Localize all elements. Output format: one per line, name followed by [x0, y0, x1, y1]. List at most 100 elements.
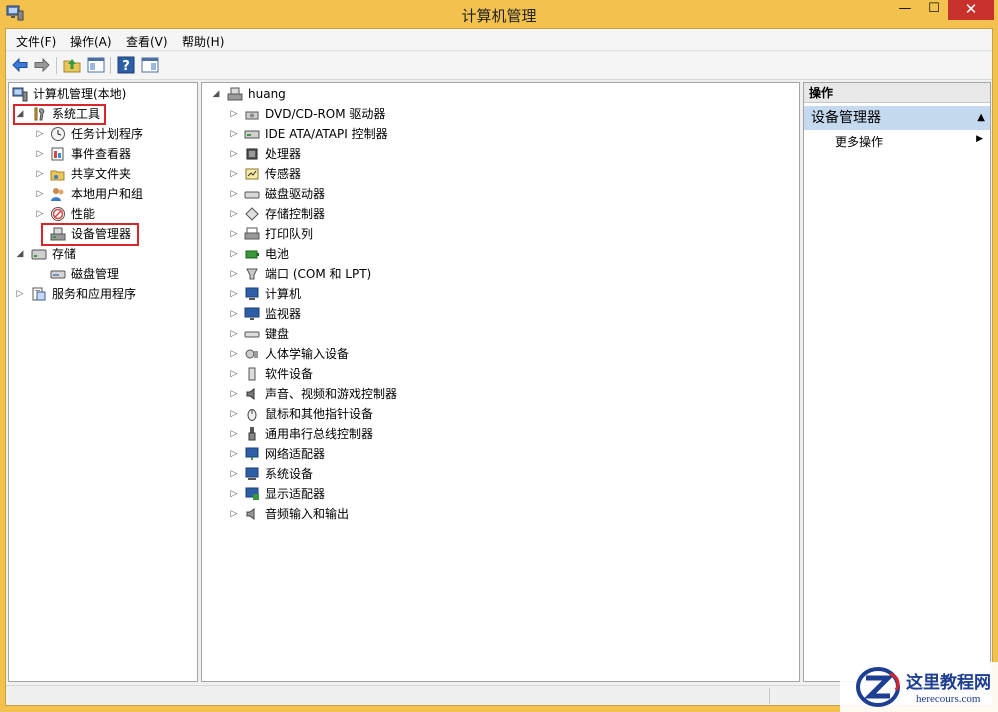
- tree-item-storage[interactable]: ◢ 存储: [9, 244, 197, 264]
- collapsed-arrow-icon[interactable]: ▷: [15, 284, 25, 304]
- menu-file[interactable]: 文件(F): [16, 33, 56, 50]
- collapsed-arrow-icon[interactable]: ▷: [229, 364, 239, 384]
- device-category-item[interactable]: ▷ 声音、视频和游戏控制器: [202, 384, 799, 404]
- collapsed-arrow-icon[interactable]: ▷: [229, 264, 239, 284]
- device-category-item[interactable]: ▷ 系统设备: [202, 464, 799, 484]
- device-category-item[interactable]: ▷ 键盘: [202, 324, 799, 344]
- forward-icon[interactable]: [32, 55, 52, 75]
- keyboard-icon: [244, 331, 260, 338]
- collapsed-arrow-icon[interactable]: ▷: [229, 444, 239, 464]
- sensor-icon: [245, 168, 259, 180]
- collapsed-arrow-icon[interactable]: ▷: [229, 324, 239, 344]
- collapsed-arrow-icon[interactable]: ▷: [229, 404, 239, 424]
- mouse-icon: [247, 409, 257, 421]
- tree-item-root[interactable]: 计算机管理(本地): [9, 84, 197, 104]
- menu-help[interactable]: 帮助(H): [182, 33, 224, 50]
- expanded-arrow-icon[interactable]: ◢: [211, 84, 221, 104]
- submenu-arrow-icon[interactable]: ▶: [976, 134, 983, 144]
- device-category-item[interactable]: ▷ 磁盘驱动器: [202, 184, 799, 204]
- device-category-item[interactable]: ▷ IDE ATA/ATAPI 控制器: [202, 124, 799, 144]
- collapsed-arrow-icon[interactable]: ▷: [229, 344, 239, 364]
- shared-folder-icon: [50, 170, 65, 181]
- device-category-item[interactable]: ▷ 打印队列: [202, 224, 799, 244]
- collapsed-arrow-icon[interactable]: ▷: [35, 124, 45, 144]
- actions-section-device-manager[interactable]: 设备管理器 ▲: [804, 106, 990, 130]
- collapsed-arrow-icon[interactable]: ▷: [229, 184, 239, 204]
- maximize-button[interactable]: ☐: [920, 0, 948, 20]
- tree-label: 计算机管理(本地): [33, 87, 127, 101]
- device-category-item[interactable]: ▷ 人体学输入设备: [202, 344, 799, 364]
- tree-item-event-viewer[interactable]: ▷ 事件查看器: [9, 144, 197, 164]
- more-actions-link[interactable]: 更多操作: [835, 133, 883, 150]
- help-icon[interactable]: ?: [116, 55, 136, 75]
- device-category-item[interactable]: ▷ 传感器: [202, 164, 799, 184]
- device-category-item[interactable]: ▷ 软件设备: [202, 364, 799, 384]
- collapsed-arrow-icon[interactable]: ▷: [229, 124, 239, 144]
- device-category-label: 通用串行总线控制器: [265, 427, 374, 441]
- collapsed-arrow-icon[interactable]: ▷: [35, 184, 45, 204]
- tree-item-services-apps[interactable]: ▷ 服务和应用程序: [9, 284, 197, 304]
- collapsed-arrow-icon[interactable]: ▷: [35, 204, 45, 224]
- collapsed-arrow-icon[interactable]: ▷: [229, 224, 239, 244]
- collapsed-arrow-icon[interactable]: ▷: [35, 164, 45, 184]
- tree-item-task-scheduler[interactable]: ▷ 任务计划程序: [9, 124, 197, 144]
- collapsed-arrow-icon[interactable]: ▷: [229, 284, 239, 304]
- up-folder-icon[interactable]: [62, 55, 82, 75]
- device-category-item[interactable]: ▷ 计算机: [202, 284, 799, 304]
- collapsed-arrow-icon[interactable]: ▷: [35, 144, 45, 164]
- device-category-label: 显示适配器: [265, 487, 326, 501]
- collapsed-arrow-icon[interactable]: ▷: [229, 424, 239, 444]
- device-root[interactable]: ◢ huang: [202, 84, 799, 104]
- device-category-item[interactable]: ▷ 监视器: [202, 304, 799, 324]
- collapsed-arrow-icon[interactable]: ▷: [229, 384, 239, 404]
- device-category-item[interactable]: ▷ 音频输入和输出: [202, 504, 799, 524]
- tree-item-shared-folders[interactable]: ▷ 共享文件夹: [9, 164, 197, 184]
- tree-item-local-users[interactable]: ▷ 本地用户和组: [9, 184, 197, 204]
- device-category-item[interactable]: ▷ 处理器: [202, 144, 799, 164]
- disk-management-icon: [50, 270, 66, 279]
- device-tree: ◢ huang ▷ DVD/CD-ROM 驱动器 ▷ IDE ATA/ATAPI 控制…: [201, 82, 800, 682]
- collapsed-arrow-icon[interactable]: ▷: [229, 504, 239, 524]
- collapsed-arrow-icon[interactable]: ▷: [229, 484, 239, 504]
- device-category-item[interactable]: ▷ 通用串行总线控制器: [202, 424, 799, 444]
- collapsed-arrow-icon[interactable]: ▷: [229, 164, 239, 184]
- services-icon: [32, 287, 46, 301]
- collapsed-arrow-icon[interactable]: ▷: [229, 104, 239, 124]
- highlight-box-system-tools: [13, 104, 106, 125]
- menu-action[interactable]: 操作(A): [70, 33, 112, 50]
- show-hide-tree-icon[interactable]: [86, 55, 106, 75]
- menu-view[interactable]: 查看(V): [126, 33, 168, 50]
- storage-controller-icon: [245, 207, 259, 221]
- device-category-item[interactable]: ▷ 鼠标和其他指针设备: [202, 404, 799, 424]
- close-button[interactable]: ✕: [948, 0, 994, 20]
- tree-item-performance[interactable]: ▷ 性能: [9, 204, 197, 224]
- expanded-arrow-icon[interactable]: ◢: [15, 244, 25, 264]
- collapse-up-icon[interactable]: ▲: [977, 106, 985, 130]
- back-icon[interactable]: [10, 55, 30, 75]
- device-category-item[interactable]: ▷ 电池: [202, 244, 799, 264]
- actions-pane: 操作 设备管理器 ▲ 更多操作 ▶: [803, 82, 991, 682]
- watermark-logo-icon: [856, 667, 900, 707]
- tree-label: 服务和应用程序: [52, 287, 137, 301]
- device-category-label: 计算机: [265, 287, 302, 301]
- device-category-label: DVD/CD-ROM 驱动器: [265, 107, 386, 121]
- port-icon: [246, 268, 258, 280]
- device-category-item[interactable]: ▷ 显示适配器: [202, 484, 799, 504]
- event-viewer-icon: [51, 147, 64, 161]
- collapsed-arrow-icon[interactable]: ▷: [229, 304, 239, 324]
- device-category-item[interactable]: ▷ 端口 (COM 和 LPT): [202, 264, 799, 284]
- collapsed-arrow-icon[interactable]: ▷: [229, 204, 239, 224]
- show-hide-action-pane-icon[interactable]: [140, 55, 160, 75]
- device-category-item[interactable]: ▷ 网络适配器: [202, 444, 799, 464]
- tree-label: 本地用户和组: [71, 187, 144, 201]
- collapsed-arrow-icon[interactable]: ▷: [229, 144, 239, 164]
- storage-icon: [31, 249, 47, 260]
- device-category-item[interactable]: ▷ 存储控制器: [202, 204, 799, 224]
- minimize-button[interactable]: —: [890, 0, 920, 20]
- device-category-label: 音频输入和输出: [265, 507, 350, 521]
- tree-item-disk-management[interactable]: 磁盘管理: [9, 264, 197, 284]
- collapsed-arrow-icon[interactable]: ▷: [229, 244, 239, 264]
- users-icon: [51, 188, 64, 201]
- device-category-item[interactable]: ▷ DVD/CD-ROM 驱动器: [202, 104, 799, 124]
- collapsed-arrow-icon[interactable]: ▷: [229, 464, 239, 484]
